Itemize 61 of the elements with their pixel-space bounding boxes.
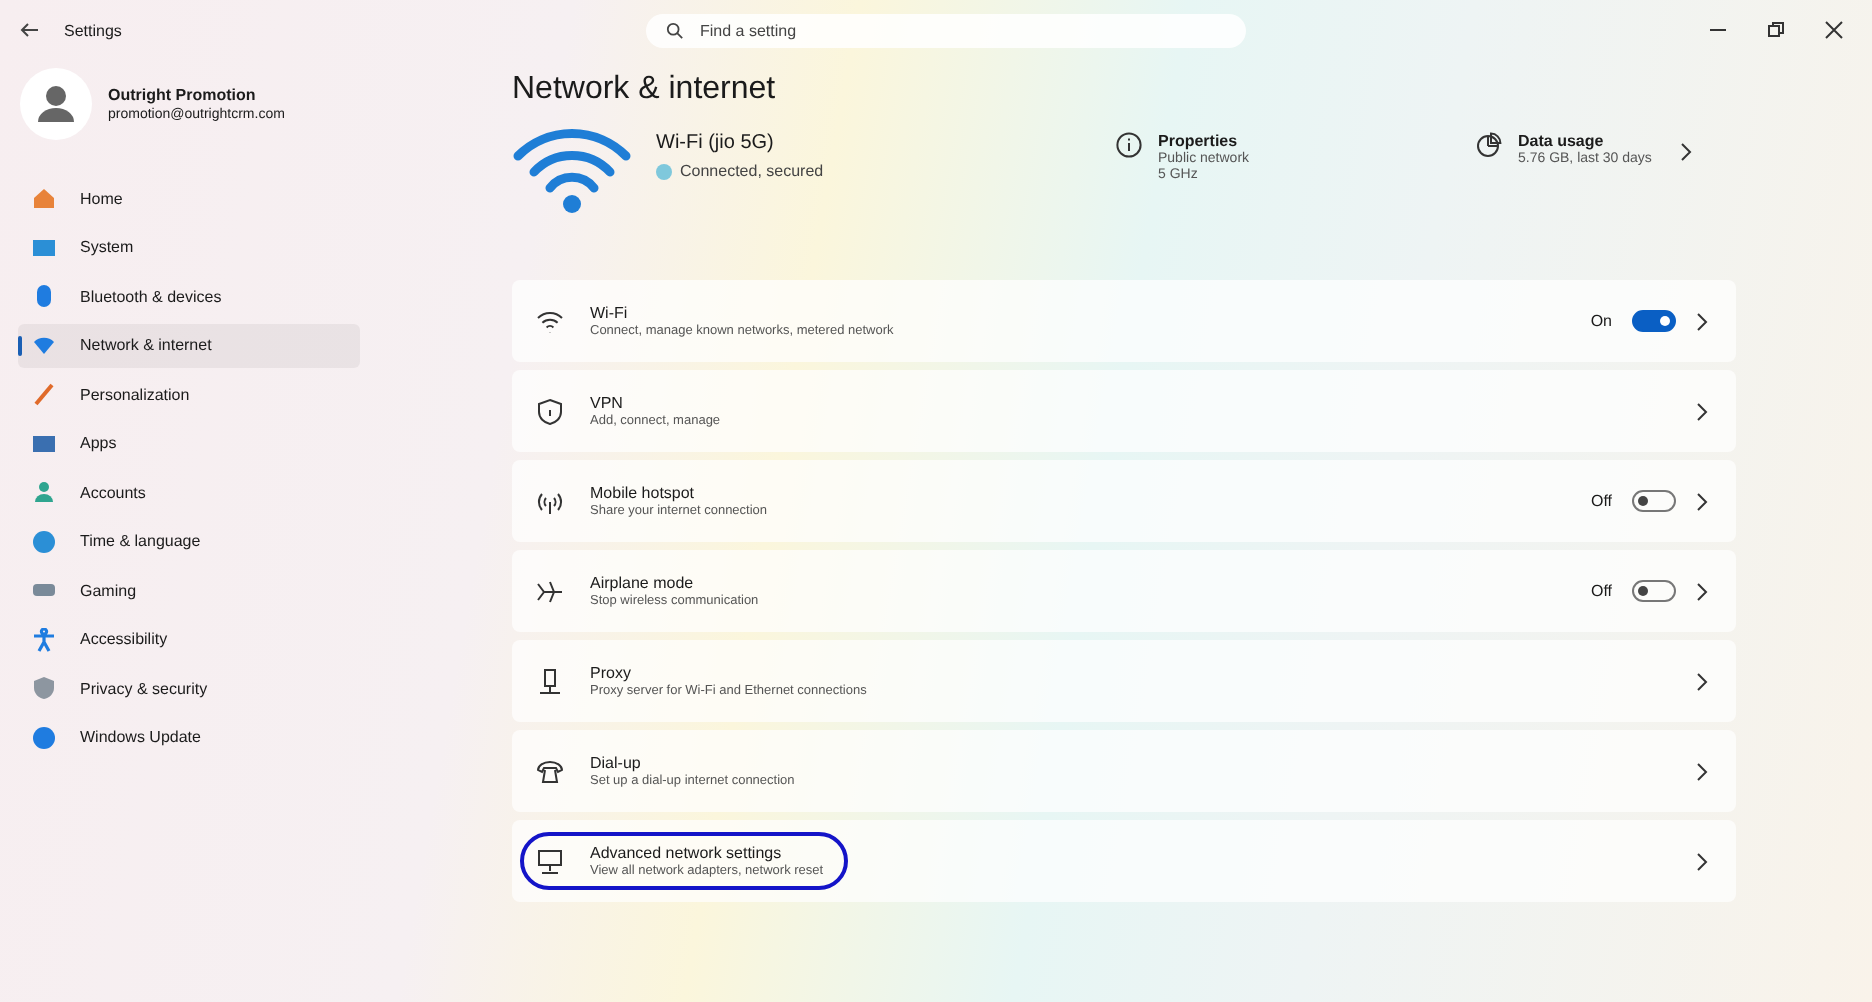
shield-icon — [536, 397, 564, 425]
sidebar-item[interactable]: Privacy & security — [18, 666, 360, 710]
chevron-icon — [1696, 581, 1708, 601]
sidebar-item[interactable]: Windows Update — [18, 715, 360, 759]
accessibility-icon — [32, 627, 56, 651]
sidebar-item[interactable]: Gaming — [18, 568, 360, 612]
chevron-icon — [1696, 761, 1708, 781]
network-name: Wi-Fi (jio 5G) — [656, 132, 776, 154]
sidebar-item[interactable]: Network & internet — [18, 323, 360, 367]
setting-title: Mobile hotspot — [590, 484, 697, 502]
chevron-icon — [1696, 671, 1708, 691]
window-title: Settings — [64, 21, 122, 39]
toggle-switch[interactable] — [1632, 580, 1676, 602]
sidebar-item[interactable]: Accessibility — [18, 617, 360, 661]
page-title: Network & internet — [512, 72, 778, 108]
chevron-icon — [1696, 491, 1708, 511]
house-icon — [32, 186, 56, 210]
pie-chart-icon — [1476, 132, 1502, 158]
phone-icon — [536, 757, 564, 785]
apps-icon — [32, 431, 56, 455]
setting-title: Dial-up — [590, 754, 642, 772]
restore-icon[interactable] — [1766, 20, 1786, 40]
toggle-state: Off — [1590, 492, 1612, 510]
sidebar-item[interactable]: Apps — [18, 421, 360, 465]
sidebar-item[interactable]: Bluetooth & devices — [18, 274, 360, 318]
toggle-state: On — [1590, 312, 1612, 330]
chevron-icon — [1679, 142, 1692, 162]
toggle-switch[interactable] — [1632, 490, 1676, 512]
info-icon — [1116, 132, 1142, 158]
sidebar-item[interactable]: Personalization — [18, 372, 360, 416]
shield-icon — [32, 676, 56, 700]
search-icon — [666, 21, 684, 39]
back-icon[interactable] — [20, 22, 40, 38]
chevron-icon — [1696, 401, 1708, 421]
monitor-icon — [32, 235, 56, 259]
setting-title: VPN — [590, 394, 625, 412]
gamepad-icon — [32, 578, 56, 602]
proxy-icon — [536, 667, 564, 695]
account-name: Outright Promotion — [108, 86, 258, 104]
setting-title: Advanced network settings — [590, 844, 784, 862]
sidebar-item[interactable]: Home — [18, 176, 360, 220]
avatar-icon — [20, 68, 92, 140]
search-field[interactable]: Find a setting — [646, 13, 1246, 47]
setting-title: Proxy — [590, 664, 633, 682]
sidebar-item[interactable]: Accounts — [18, 470, 360, 514]
setting-title: Wi-Fi — [590, 304, 630, 322]
toggle-switch[interactable] — [1632, 310, 1676, 332]
sidebar-item[interactable]: System — [18, 225, 360, 269]
brush-icon — [32, 382, 56, 406]
airplane-icon — [536, 577, 564, 605]
setting-title: Airplane mode — [590, 574, 696, 592]
wifi-icon — [512, 124, 632, 216]
toggle-state: Off — [1590, 582, 1612, 600]
computer-icon — [536, 847, 564, 875]
chevron-icon — [1696, 311, 1708, 331]
sidebar-item[interactable]: Time & language — [18, 519, 360, 563]
wifi-icon — [32, 333, 56, 357]
person-icon — [32, 480, 56, 504]
chevron-icon — [1696, 851, 1708, 871]
connection-status: Connected, secured — [680, 162, 824, 180]
close-icon[interactable] — [1824, 20, 1844, 40]
